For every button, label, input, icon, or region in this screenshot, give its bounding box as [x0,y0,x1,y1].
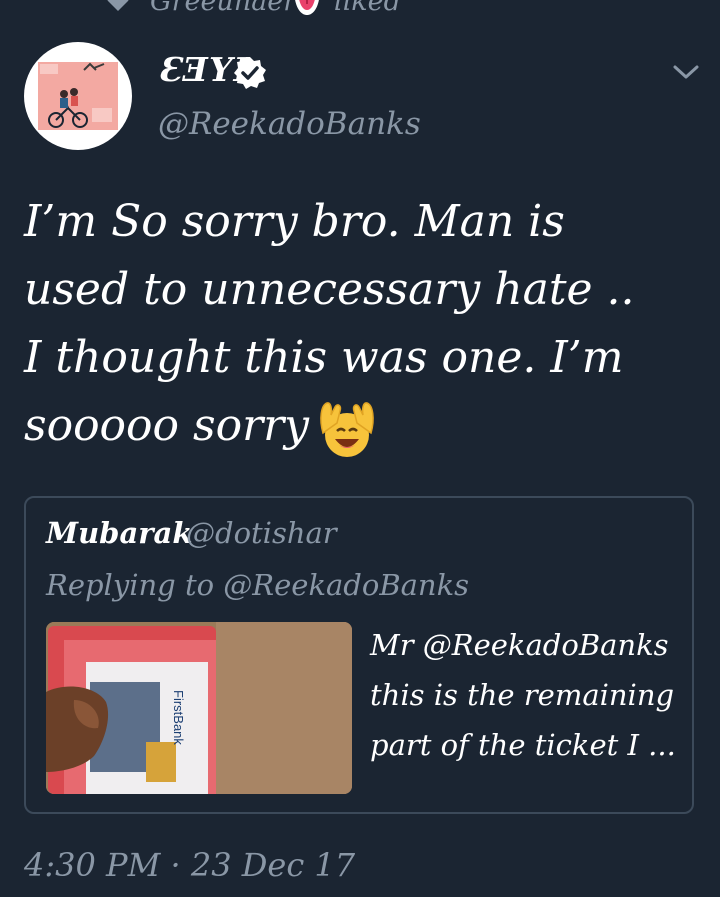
tongue-emoji-icon [295,0,319,15]
raising-hands-emoji-icon [320,401,374,457]
tweet-text-line: I’m So sorry bro. Man is [24,196,565,247]
avatar-illustration [38,62,118,130]
quote-author-name: Mubarak [46,516,193,550]
tweet-text-line: I thought this was one. I’m [24,332,624,383]
heart-icon [107,0,129,11]
replying-to: Replying to @ReekadoBanks [46,568,470,602]
quoted-tweet-card[interactable]: Mubarak @dotishar Replying to @ReekadoBa… [24,496,694,814]
tweet-text: I’m So sorry bro. Man is used to unneces… [24,188,694,461]
verified-icon [234,57,266,89]
tweet-text-line: used to unnecessary hate .. [24,264,635,315]
svg-text:FirstBank: FirstBank [171,690,186,745]
quote-snippet-line: part of the ticket I ... [370,728,676,762]
liked-by-user[interactable]: Greeunaer [150,0,296,17]
tweet-timestamp[interactable]: 4:30 PM · 23 Dec 17 [24,846,355,884]
quote-snippet-line: Mr @ReekadoBanks [370,628,669,662]
quote-author-handle: @dotishar [186,516,337,550]
tweet-text-line-4: sooooo sorry [24,400,310,451]
quote-snippet: Mr @ReekadoBanks this is the remaining p… [370,620,690,770]
avatar[interactable] [24,42,132,150]
liked-verb: liked [334,0,401,17]
quote-snippet-line: this is the remaining [370,678,675,712]
quote-media-thumbnail[interactable]: FirstBank [46,622,352,794]
tweet-text-line-last: sooooo sorry [24,392,694,461]
ticket-photo: FirstBank [46,622,352,794]
chevron-down-icon[interactable] [672,62,700,82]
handle[interactable]: @ReekadoBanks [158,106,421,142]
